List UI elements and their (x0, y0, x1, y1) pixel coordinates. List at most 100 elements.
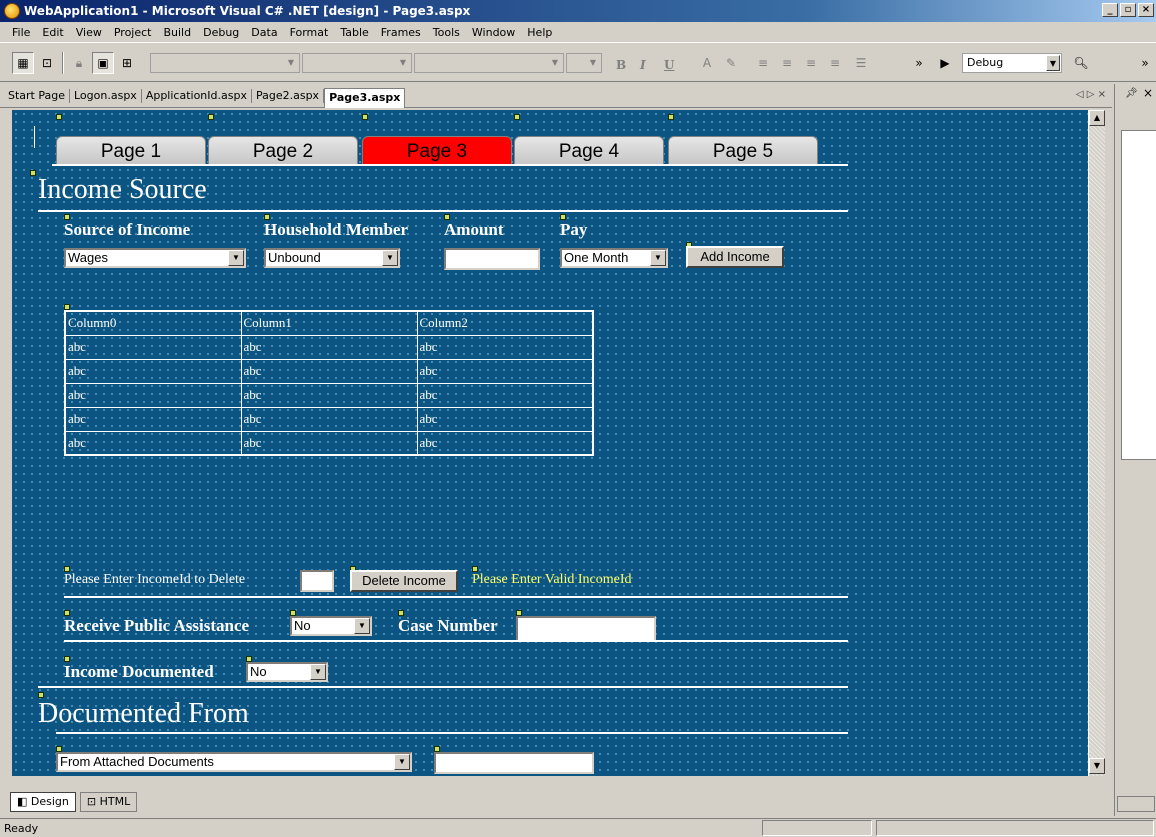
income-documented-label: Income Documented (64, 662, 214, 681)
panel-close-icon[interactable]: × (1143, 86, 1153, 100)
menu-build[interactable]: Build (157, 26, 197, 39)
design-surface[interactable]: Page 1 Page 2 Page 3 Page 4 Page 5 Incom… (12, 110, 1088, 776)
align-right-icon[interactable]: ≡ (800, 52, 822, 74)
delete-income-button[interactable]: Delete Income (350, 570, 458, 592)
toolbar-overflow-icon-2[interactable]: » (1134, 52, 1156, 74)
background-color-icon[interactable]: ✎ (720, 52, 742, 74)
chevron-down-icon: ▼ (228, 250, 244, 266)
page-tab-1[interactable]: Page 1 (56, 136, 206, 166)
show-grid-icon[interactable]: ▣ (92, 52, 114, 74)
doc-tab-page3[interactable]: Page3.aspx (324, 87, 406, 108)
font-name-combo[interactable]: ▼ (302, 53, 412, 73)
cursor-line (34, 126, 35, 148)
household-member-label: Household Member (264, 220, 409, 239)
section-rule (38, 686, 848, 688)
case-number-input[interactable] (516, 616, 656, 642)
menu-format[interactable]: Format (284, 26, 335, 39)
align-left-icon[interactable]: ≡ (752, 52, 774, 74)
documented-from-input[interactable] (434, 752, 594, 774)
income-id-input[interactable] (300, 570, 334, 592)
household-member-select[interactable]: Unbound ▼ (264, 248, 400, 268)
design-view-tab[interactable]: ◧ Design (10, 792, 76, 812)
italic-icon[interactable]: I (640, 58, 646, 72)
html-view-tab[interactable]: ⊡ HTML (79, 792, 138, 812)
panel-scrollbar[interactable] (1117, 796, 1155, 812)
table-row[interactable]: abc abc abc (64, 430, 594, 456)
status-pane (876, 820, 1154, 836)
documented-from-select[interactable]: From Attached Documents ▼ (56, 752, 412, 772)
toolbar-overflow-icon[interactable]: » (908, 52, 930, 74)
menu-edit[interactable]: Edit (36, 26, 69, 39)
grid-layout-icon[interactable]: ▦ (12, 52, 34, 74)
justify-icon[interactable]: ≡ (824, 52, 846, 74)
glyph-marker (208, 114, 214, 120)
chevron-down-icon: ▼ (354, 618, 370, 634)
close-button[interactable]: × (1138, 3, 1154, 17)
foreground-color-icon[interactable]: A (696, 52, 718, 74)
tab-underline (52, 164, 848, 166)
menu-view[interactable]: View (70, 26, 108, 39)
underline-icon[interactable]: U (664, 58, 674, 72)
menu-project[interactable]: Project (108, 26, 158, 39)
pin-icon[interactable]: 📌︎ (1125, 88, 1138, 99)
show-details-icon[interactable]: ⊡ (36, 52, 58, 74)
maximize-button[interactable]: ▫ (1120, 3, 1136, 17)
public-assistance-select[interactable]: No ▼ (290, 616, 372, 636)
menu-window[interactable]: Window (466, 26, 521, 39)
find-icon[interactable]: 🔍︎ (1070, 52, 1092, 74)
income-documented-value: No (250, 664, 267, 679)
start-debug-icon[interactable]: ▶ (934, 52, 956, 74)
menu-frames[interactable]: Frames (375, 26, 427, 39)
minimize-button[interactable]: _ (1102, 3, 1118, 17)
html-tab-icon: ⊡ (86, 795, 100, 808)
doc-tab-start-page[interactable]: Start Page (4, 88, 70, 103)
lock-icon[interactable]: 🔒︎ (68, 52, 90, 74)
source-of-income-select[interactable]: Wages ▼ (64, 248, 246, 268)
doc-tab-logon[interactable]: Logon.aspx (70, 88, 142, 103)
menu-table[interactable]: Table (334, 26, 374, 39)
scroll-up-icon[interactable]: ▲ (1089, 110, 1105, 126)
document-tabs: Start Page Logon.aspx ApplicationId.aspx… (0, 84, 1112, 108)
bold-icon[interactable]: B (616, 58, 626, 72)
amount-input[interactable] (444, 248, 540, 270)
font-combo[interactable]: ▼ (414, 53, 564, 73)
glyph-marker (514, 114, 520, 120)
glyph-marker (56, 114, 62, 120)
solution-config-combo[interactable]: Debug ▼ (962, 53, 1062, 73)
menu-file[interactable]: File (6, 26, 36, 39)
add-income-button[interactable]: Add Income (686, 246, 784, 268)
align-center-icon[interactable]: ≡ (776, 52, 798, 74)
bullets-icon[interactable]: ☰ (850, 52, 872, 74)
table-row[interactable]: abc abc abc (64, 358, 594, 384)
grid-cell: abc (416, 358, 594, 384)
table-row[interactable]: abc abc abc (64, 406, 594, 432)
grid-header-cell: Column0 (64, 310, 242, 336)
page-tab-5[interactable]: Page 5 (668, 136, 818, 166)
font-size-combo[interactable]: ▼ (566, 53, 602, 73)
block-format-combo[interactable]: ▼ (150, 53, 300, 73)
menu-debug[interactable]: Debug (197, 26, 245, 39)
section-rule (64, 640, 848, 642)
solution-tree[interactable] (1121, 130, 1156, 460)
vertical-scrollbar[interactable]: ▲ ▼ (1088, 110, 1105, 776)
scroll-down-icon[interactable]: ▼ (1089, 758, 1105, 774)
page-tab-4[interactable]: Page 4 (514, 136, 664, 166)
page-tab-2[interactable]: Page 2 (208, 136, 358, 166)
table-row[interactable]: abc abc abc (64, 382, 594, 408)
solution-config-value: Debug (967, 56, 1004, 69)
status-text: Ready (4, 821, 39, 835)
income-documented-select[interactable]: No ▼ (246, 662, 328, 682)
menu-help[interactable]: Help (521, 26, 558, 39)
snap-to-grid-icon[interactable]: ⊞ (116, 52, 138, 74)
source-of-income-label: Source of Income (64, 220, 191, 239)
doc-tab-nav[interactable]: ◁ ▷ × (1076, 89, 1106, 100)
doc-tab-applicationid[interactable]: ApplicationId.aspx (142, 88, 252, 103)
page-tab-3[interactable]: Page 3 (362, 136, 512, 166)
table-row[interactable]: abc abc abc (64, 334, 594, 360)
window-title: WebApplication1 - Microsoft Visual C# .N… (24, 4, 471, 18)
menu-tools[interactable]: Tools (427, 26, 466, 39)
menu-data[interactable]: Data (245, 26, 283, 39)
pay-period-select[interactable]: One Month ▼ (560, 248, 668, 268)
income-grid[interactable]: Column0 Column1 Column2 abc abc abc abc … (64, 310, 594, 456)
doc-tab-page2[interactable]: Page2.aspx (252, 88, 325, 103)
